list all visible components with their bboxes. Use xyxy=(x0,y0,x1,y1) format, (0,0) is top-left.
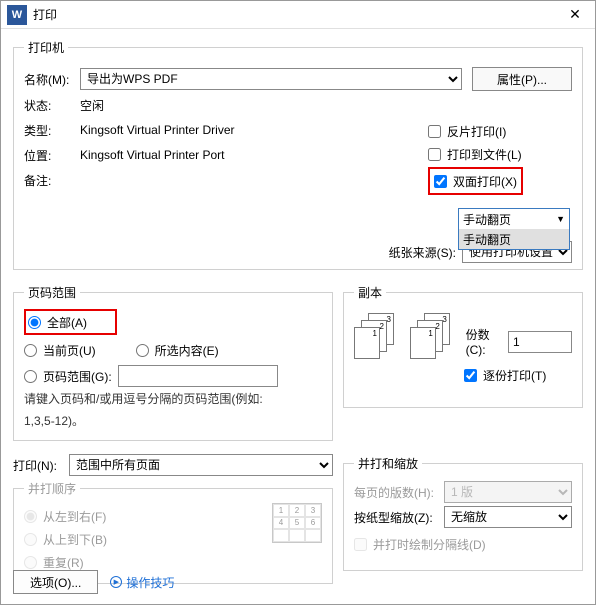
range-group: 页码范围 全部(A) 当前页(U) 所选内容(E) 页码范围(G): 请键入页码… xyxy=(13,284,333,441)
order-legend: 并打顺序 xyxy=(24,480,80,497)
scale-group: 并打和缩放 每页的版数(H): 1 版 按纸型缩放(Z): 无缩放 并打时绘制分… xyxy=(343,455,583,571)
order-tb: 从上到下(B) xyxy=(24,529,272,549)
copies-label: 份数(C): xyxy=(466,326,504,357)
copies-group: 副本 3 2 1 3 2 1 份数(C): xyxy=(343,284,583,408)
copies-legend: 副本 xyxy=(354,284,386,301)
tips-link[interactable]: ▶ 操作技巧 xyxy=(110,574,174,591)
play-icon: ▶ xyxy=(110,576,122,588)
close-icon[interactable]: ✕ xyxy=(555,6,595,23)
order-lr: 从左到右(F) xyxy=(24,506,272,526)
window-title: 打印 xyxy=(33,6,57,23)
options-button[interactable]: 选项(O)... xyxy=(13,570,98,594)
paper-source-label: 纸张来源(S): xyxy=(389,244,456,261)
divider-check: 并打时绘制分隔线(D) xyxy=(354,534,572,554)
range-pages[interactable]: 页码范围(G): xyxy=(24,366,322,386)
zoom-select[interactable]: 无缩放 xyxy=(444,506,572,528)
range-pages-input[interactable] xyxy=(118,365,278,387)
app-icon: W xyxy=(7,5,27,25)
printer-legend: 打印机 xyxy=(24,39,68,56)
order-repeat: 重复(R) xyxy=(24,552,272,572)
duplex-selected: 手动翻页 xyxy=(463,211,511,228)
zoom-label: 按纸型缩放(Z): xyxy=(354,509,444,526)
tofile-check[interactable]: 打印到文件(L) xyxy=(428,144,558,164)
duplex-check[interactable]: 双面打印(X) xyxy=(434,171,517,191)
printer-select[interactable]: 导出为WPS PDF xyxy=(80,68,462,90)
collate-illustration: 3 2 1 3 2 1 份数(C): xyxy=(354,313,572,357)
perpage-select: 1 版 xyxy=(444,481,572,503)
copies-input[interactable] xyxy=(508,331,572,353)
reverse-check[interactable]: 反片打印(I) xyxy=(428,121,558,141)
duplex-option[interactable]: 手动翻页 xyxy=(459,229,569,249)
status-label: 状态: xyxy=(24,97,80,114)
printer-group: 打印机 名称(M): 导出为WPS PDF 属性(P)... 状态:空闲 类型:… xyxy=(13,39,583,270)
type-label: 类型: xyxy=(24,122,80,139)
range-hint2: 1,3,5-12)。 xyxy=(24,412,322,430)
chevron-down-icon: ▼ xyxy=(556,214,565,224)
location-value: Kingsoft Virtual Printer Port xyxy=(80,148,225,162)
range-selection[interactable]: 所选内容(E) xyxy=(136,340,219,360)
print-what-select[interactable]: 范围中所有页面 xyxy=(69,454,333,476)
titlebar: W 打印 ✕ xyxy=(1,1,595,29)
range-legend: 页码范围 xyxy=(24,284,80,301)
collate-check[interactable]: 逐份打印(T) xyxy=(464,365,572,385)
duplex-dropdown[interactable]: 手动翻页 ▼ 手动翻页 xyxy=(458,208,570,250)
range-current[interactable]: 当前页(U) xyxy=(24,340,96,360)
order-group: 并打顺序 从左到右(F) 从上到下(B) 重复(R) 123456 xyxy=(13,480,333,584)
perpage-label: 每页的版数(H): xyxy=(354,484,444,501)
properties-button[interactable]: 属性(P)... xyxy=(472,67,572,91)
type-value: Kingsoft Virtual Printer Driver xyxy=(80,123,235,137)
range-hint1: 请键入页码和/或用逗号分隔的页码范围(例如: xyxy=(24,390,322,408)
comment-label: 备注: xyxy=(24,172,80,189)
location-label: 位置: xyxy=(24,147,80,164)
status-value: 空闲 xyxy=(80,97,104,114)
order-preview-icon: 123456 xyxy=(272,503,322,543)
range-all[interactable]: 全部(A) xyxy=(28,312,87,332)
name-label: 名称(M): xyxy=(24,71,80,88)
print-what-label: 打印(N): xyxy=(13,457,69,474)
scale-legend: 并打和缩放 xyxy=(354,455,422,472)
